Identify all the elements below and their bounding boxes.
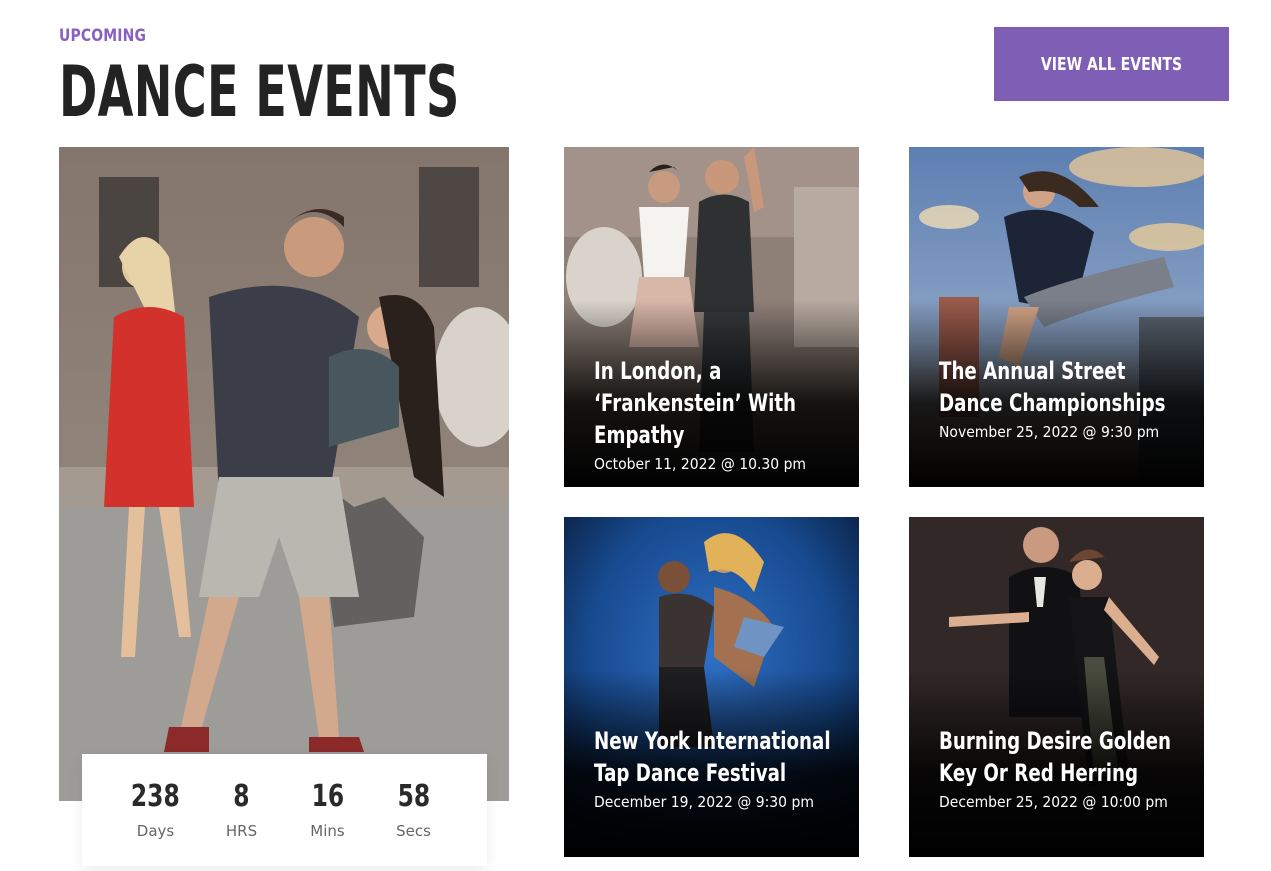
event-card[interactable]: In London, a ‘Frankenstein’ With Empathy…: [564, 147, 859, 487]
featured-photo-street-dancers: [59, 147, 509, 801]
countdown-seconds: 58 Secs: [371, 779, 457, 841]
featured-event-image[interactable]: [59, 147, 509, 801]
view-all-events-label: VIEW ALL EVENTS: [1040, 53, 1183, 75]
event-title[interactable]: In London, a ‘Frankenstein’ With Empathy: [594, 355, 836, 451]
event-card[interactable]: New York International Tap Dance Festiva…: [564, 517, 859, 857]
countdown-hours: 8 HRS: [199, 779, 285, 841]
countdown-value: 8: [233, 779, 250, 814]
countdown-timer: 238 Days 8 HRS 16 Mins 58 Secs: [82, 754, 487, 866]
event-title[interactable]: The Annual Street Dance Championships: [939, 355, 1181, 419]
event-date: December 19, 2022 @ 9:30 pm: [594, 793, 814, 811]
page-title: DANCE EVENTS: [59, 51, 460, 133]
countdown-label: Days: [136, 822, 175, 840]
event-date: October 11, 2022 @ 10.30 pm: [594, 455, 807, 473]
countdown-days: 238 Days: [113, 779, 199, 841]
countdown-value: 16: [311, 779, 344, 814]
countdown-label: HRS: [225, 822, 258, 840]
countdown-minutes: 16 Mins: [285, 779, 371, 841]
countdown-value: 238: [131, 779, 180, 814]
section-eyebrow: UPCOMING: [59, 26, 147, 46]
event-title[interactable]: Burning Desire Golden Key Or Red Herring: [939, 725, 1181, 789]
event-card[interactable]: Burning Desire Golden Key Or Red Herring…: [909, 517, 1204, 857]
event-date: November 25, 2022 @ 9:30 pm: [939, 423, 1160, 441]
countdown-label: Mins: [310, 822, 345, 840]
view-all-events-button[interactable]: VIEW ALL EVENTS: [994, 27, 1229, 101]
event-date: December 25, 2022 @ 10:00 pm: [939, 793, 1168, 811]
event-card[interactable]: The Annual Street Dance Championships No…: [909, 147, 1204, 487]
countdown-value: 58: [397, 779, 430, 814]
countdown-label: Secs: [396, 822, 431, 840]
event-title[interactable]: New York International Tap Dance Festiva…: [594, 725, 836, 789]
